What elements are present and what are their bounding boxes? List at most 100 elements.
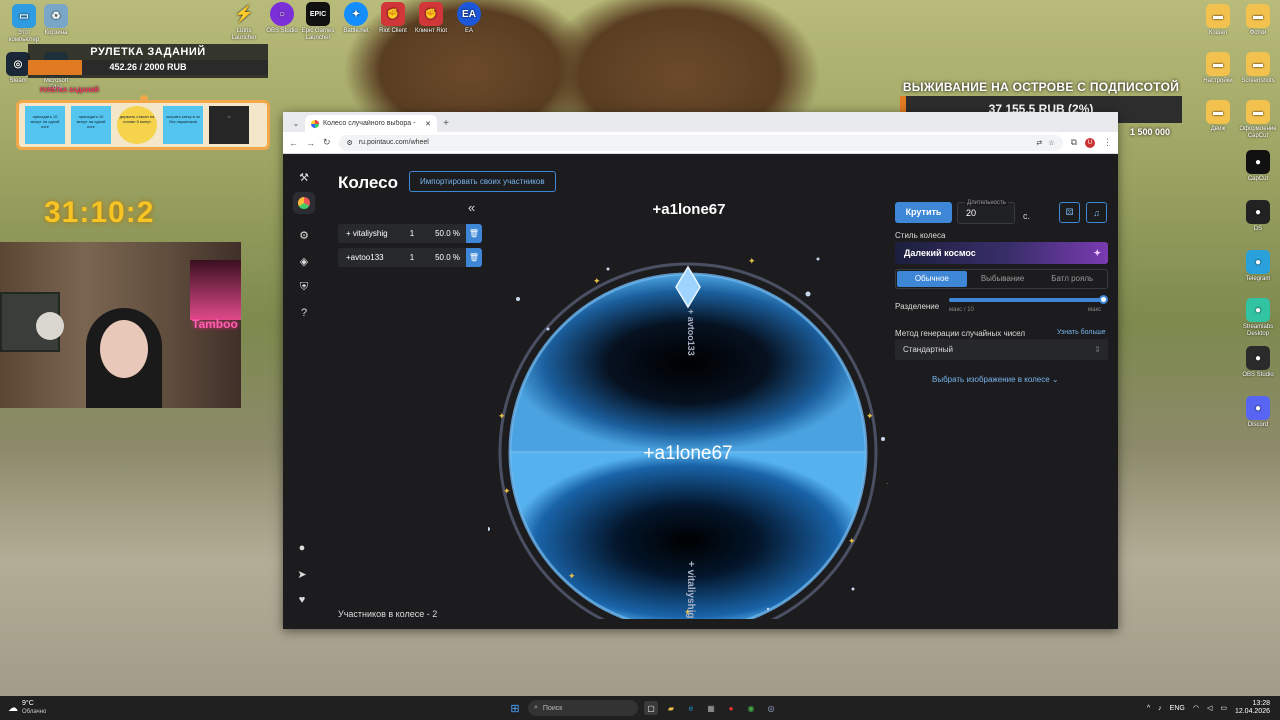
taskbar: ☁ 9°C Облачно ⊞ ⌕ Поиск ▢ ▰ e ▦ ● ◉ ◎ ^ … bbox=[0, 696, 1280, 720]
desktop-icon-right[interactable]: ▬ Движ bbox=[1198, 100, 1238, 133]
split-max-label: макс bbox=[1088, 307, 1102, 313]
weather-widget[interactable]: ☁ 9°C Облачно bbox=[8, 700, 128, 716]
desktop-icon-riot-client-ru[interactable]: ✊ Клиент Riot bbox=[411, 2, 451, 35]
goal-title: ВЫЖИВАНИЕ НА ОСТРОВЕ С ПОДПИСОТОЙ bbox=[902, 80, 1180, 94]
folder-icon: ▬ bbox=[1246, 52, 1270, 76]
collapse-panel-icon[interactable]: « bbox=[468, 200, 475, 215]
forward-icon[interactable]: → bbox=[306, 138, 315, 148]
microphone-icon[interactable]: ♪ bbox=[1158, 705, 1162, 712]
new-tab-icon[interactable]: + bbox=[437, 115, 455, 132]
wheel-nav-icon[interactable] bbox=[293, 192, 315, 214]
dice-icon[interactable]: ⚄ bbox=[1059, 202, 1080, 223]
tray-chevron-icon[interactable]: ^ bbox=[1147, 705, 1150, 712]
task-card: приседать 10 минут на одной ноге bbox=[71, 106, 111, 144]
choose-image-link[interactable]: Выбрать изображение в колесе ⌄ bbox=[932, 375, 1059, 384]
close-tab-icon[interactable]: ✕ bbox=[425, 120, 431, 128]
desktop-icon-lutris[interactable]: ⚡ Lutris Launcher bbox=[224, 2, 264, 42]
wheel[interactable]: ✦✦✦ ✦✦✦✦ ✦✦ + avtoo133 + vitaliyshig +a1… bbox=[488, 209, 888, 619]
rng-learn-more-link[interactable]: Узнать больше bbox=[1057, 329, 1106, 336]
back-icon[interactable]: ← bbox=[289, 138, 298, 148]
roulette-widget: РУЛЕТКА ЗАДАНИЙ 452.26 / 2000 RUB bbox=[28, 44, 268, 78]
wifi-icon[interactable]: ◠ bbox=[1193, 704, 1199, 712]
roulette-title: РУЛЕТКА ЗАДАНИЙ bbox=[90, 46, 206, 58]
donate-icon[interactable]: ♥ bbox=[291, 589, 313, 611]
app-red-icon[interactable]: ● bbox=[724, 701, 738, 715]
browser-tab-wheel[interactable]: Колесо случайного выбора - ✕ bbox=[305, 115, 437, 132]
tab-menu-chevron-icon[interactable]: ⌄ bbox=[287, 115, 305, 132]
battery-icon[interactable]: ▭ bbox=[1220, 704, 1227, 712]
site-info-icon[interactable]: ⚙ bbox=[347, 139, 353, 147]
chevron-down-icon: ⌄ bbox=[1051, 375, 1059, 384]
participant-row[interactable]: +avtoo133 1 50.0 % 🗑 bbox=[338, 248, 482, 267]
remove-participant-icon[interactable]: 🗑 bbox=[466, 224, 482, 243]
desktop-icon-right[interactable]: ● Streamlabs Desktop bbox=[1238, 298, 1278, 338]
folder-icon: ▬ bbox=[1246, 4, 1270, 28]
lamp-shape bbox=[36, 312, 64, 340]
desktop-icon-recycle-bin[interactable]: ♻ Корзина bbox=[36, 4, 76, 37]
task-card-dark: ☠ bbox=[209, 106, 249, 144]
desktop-icon-battlenet[interactable]: ✦ Battle.net bbox=[336, 2, 376, 35]
clock[interactable]: 13:28 12.04.2026 bbox=[1235, 700, 1270, 716]
desktop-icon-right[interactable]: ▬ Фотки bbox=[1238, 4, 1278, 37]
extensions-icon[interactable]: ⧉ bbox=[1071, 137, 1077, 148]
auction-hammer-icon[interactable]: ⚒ bbox=[293, 166, 315, 188]
rng-select[interactable]: Стандартный ⇕ bbox=[895, 339, 1108, 360]
settings-gear-icon[interactable]: ⚙ bbox=[293, 224, 315, 246]
desktop-icon-right[interactable]: ● DS bbox=[1238, 200, 1278, 233]
music-note-icon[interactable]: ♫ bbox=[1086, 202, 1107, 223]
mode-tabs: Обычное Выбывание Батл рояль bbox=[895, 269, 1108, 289]
reload-icon[interactable]: ↻ bbox=[323, 137, 331, 148]
desktop-icon-epic[interactable]: EPIC Epic Games Launcher bbox=[298, 2, 338, 42]
desktop-icon-right[interactable]: ▬ Кошел bbox=[1198, 4, 1238, 37]
remove-participant-icon[interactable]: 🗑 bbox=[466, 248, 482, 267]
edge-taskbar-icon[interactable]: e bbox=[684, 701, 698, 715]
desktop-icon-right[interactable]: ● Discord bbox=[1238, 396, 1278, 429]
language-indicator[interactable]: ENG bbox=[1170, 705, 1185, 712]
roulette-sublabel: РУЛЕТКА ЗАДАНИЙ bbox=[40, 88, 99, 94]
url-field[interactable]: ⚙ ru.pointauc.com/wheel ⇄ ☆ bbox=[338, 134, 1063, 151]
profile-icon[interactable]: U bbox=[1085, 137, 1095, 148]
svg-text:✦: ✦ bbox=[848, 536, 856, 546]
telegram-icon[interactable]: ➤ bbox=[291, 563, 313, 585]
svg-text:✦: ✦ bbox=[593, 276, 601, 286]
desktop-icon-obs-top[interactable]: ○ OBS Studio bbox=[262, 2, 302, 35]
desktop-icon-right[interactable]: ▬ Настройки bbox=[1198, 52, 1238, 85]
layers-icon[interactable]: ◈ bbox=[293, 250, 315, 272]
desktop-icon-right[interactable]: ● Telegram bbox=[1238, 250, 1278, 283]
folder-icon: ▬ bbox=[1206, 52, 1230, 76]
import-participants-button[interactable]: Импортировать своих участников bbox=[409, 171, 556, 192]
taskbar-search[interactable]: ⌕ Поиск bbox=[528, 700, 638, 716]
github-icon[interactable]: ● bbox=[291, 537, 313, 559]
tab-mode-normal[interactable]: Обычное bbox=[897, 271, 967, 287]
desktop-icon-right[interactable]: ▬ Оформление CapCut bbox=[1238, 100, 1278, 140]
desktop-icon-right[interactable]: ● CapCut bbox=[1238, 150, 1278, 183]
discord-icon: ● bbox=[1246, 396, 1270, 420]
file-explorer-icon[interactable]: ▰ bbox=[664, 701, 678, 715]
desktop-icon-ea[interactable]: EA EA bbox=[449, 2, 489, 35]
ds-icon: ● bbox=[1246, 200, 1270, 224]
help-icon[interactable]: ? bbox=[293, 302, 315, 324]
duration-input[interactable]: Длительность 20 bbox=[957, 200, 1015, 224]
start-icon[interactable]: ⊞ bbox=[508, 701, 522, 715]
wheel-style-select[interactable]: Далекий космос ✦ bbox=[895, 242, 1108, 264]
folder-icon: ▬ bbox=[1206, 4, 1230, 28]
desktop-icon-riot-client[interactable]: ✊ Riot Client bbox=[373, 2, 413, 35]
volume-icon[interactable]: ◁ bbox=[1207, 704, 1212, 712]
tab-mode-battle-royale[interactable]: Батл рояль bbox=[1037, 270, 1107, 288]
desktop-icon-right[interactable]: ● OBS Studio bbox=[1238, 346, 1278, 379]
participant-row[interactable]: + vitaliyshig 1 50.0 % 🗑 bbox=[338, 224, 482, 243]
split-slider[interactable] bbox=[949, 295, 1108, 304]
desktop-icon-right[interactable]: ▬ Screenshots bbox=[1238, 52, 1278, 85]
browser-menu-icon[interactable]: ⋮ bbox=[1103, 137, 1112, 148]
translate-icon[interactable]: ⇄ bbox=[1036, 139, 1042, 147]
store-icon[interactable]: ▦ bbox=[704, 701, 718, 715]
chrome-icon[interactable]: ◉ bbox=[744, 701, 758, 715]
split-slider-knob[interactable] bbox=[1099, 295, 1108, 304]
steam-taskbar-icon[interactable]: ◎ bbox=[764, 701, 778, 715]
tab-mode-elimination[interactable]: Выбывание bbox=[968, 270, 1038, 288]
task-view-icon[interactable]: ▢ bbox=[644, 701, 658, 715]
spin-button[interactable]: Крутить bbox=[895, 202, 952, 223]
bookmark-star-icon[interactable]: ☆ bbox=[1048, 139, 1054, 147]
shield-icon[interactable]: ⛨ bbox=[293, 276, 315, 298]
obs-icon: ● bbox=[1246, 346, 1270, 370]
